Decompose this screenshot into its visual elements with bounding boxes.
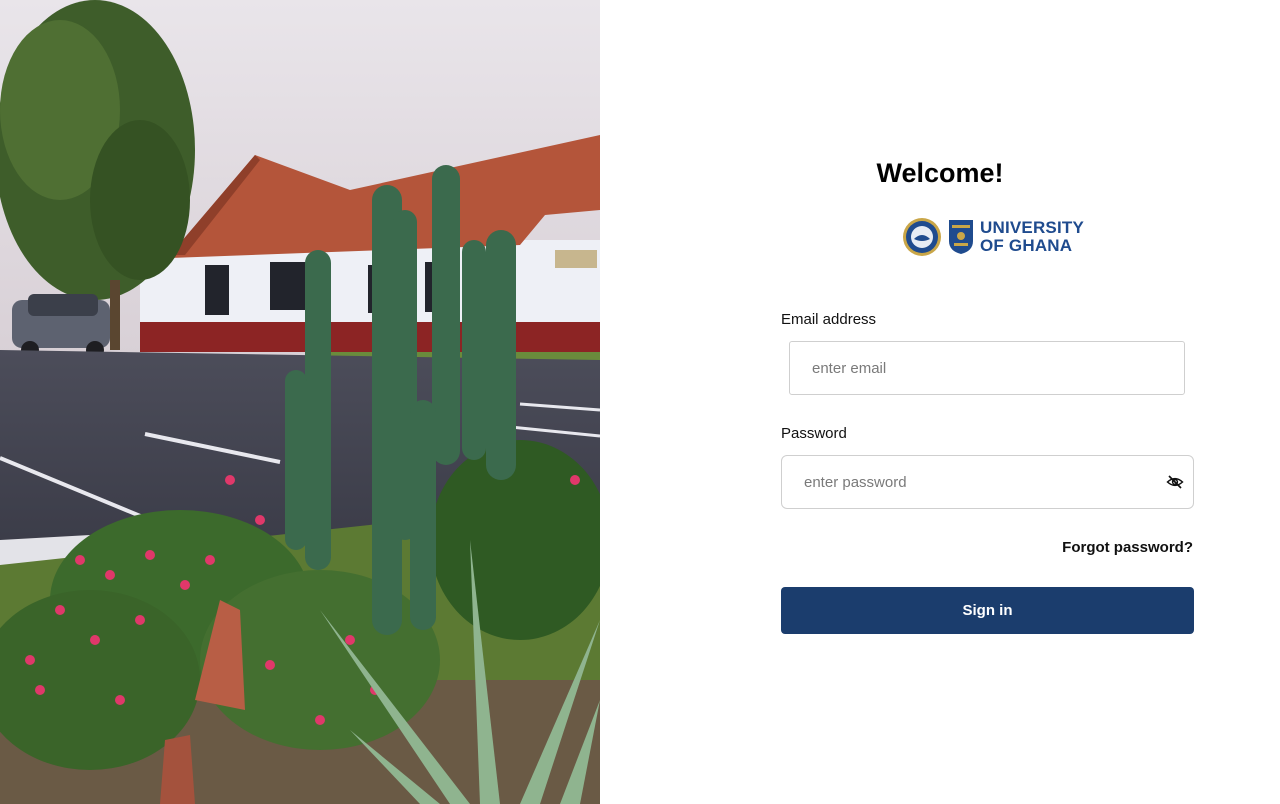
university-seal-icon [903, 218, 941, 256]
eye-off-icon[interactable] [1166, 473, 1184, 491]
university-name: UNIVERSITY OF GHANA [980, 219, 1084, 255]
welcome-title: Welcome! [876, 158, 1004, 188]
email-field[interactable] [789, 341, 1185, 395]
email-label: Email address [781, 311, 877, 328]
logo-line-2: OF GHANA [980, 236, 1073, 255]
login-panel: Welcome! UNIVERSITY OF GHANA Email addre… [600, 0, 1280, 804]
forgot-password-link[interactable]: Forgot password? [1062, 539, 1193, 556]
logo-line-1: UNIVERSITY [980, 218, 1085, 237]
password-field[interactable] [781, 455, 1194, 509]
password-label: Password [781, 425, 847, 442]
university-crest-icon [949, 220, 973, 254]
campus-photo [0, 0, 600, 804]
login-page: Welcome! UNIVERSITY OF GHANA Email addre… [0, 0, 1280, 804]
university-logo: UNIVERSITY OF GHANA [902, 217, 1084, 257]
sign-in-button[interactable]: Sign in [781, 587, 1194, 634]
